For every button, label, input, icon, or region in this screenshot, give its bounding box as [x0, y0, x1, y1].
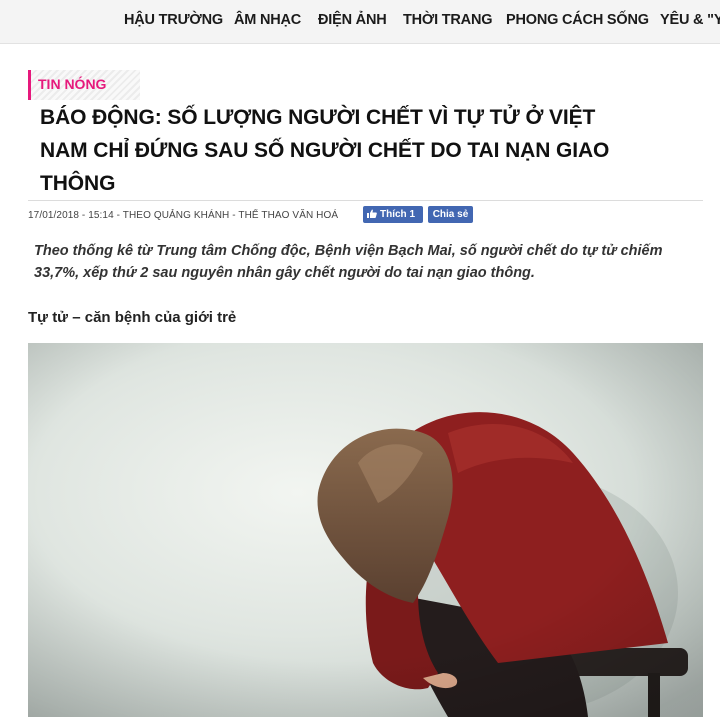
- facebook-share-button[interactable]: Chia sẻ: [428, 206, 473, 223]
- article-photo: [28, 343, 703, 717]
- category-accent-bar: [28, 70, 31, 100]
- distressed-person-illustration: [28, 343, 703, 717]
- article-lead: Theo thống kê từ Trung tâm Chống độc, Bệ…: [34, 240, 694, 284]
- like-label: Thích 1: [380, 209, 416, 220]
- article-title-line: BÁO ĐỘNG: SỐ LƯỢNG NGƯỜI CHẾT VÌ TỰ TỬ Ở…: [40, 106, 596, 129]
- article-subheading: Tự tử – căn bệnh của giới trẻ: [28, 309, 237, 326]
- nav-item-am-nhac[interactable]: ÂM NHẠC: [234, 12, 301, 28]
- category-tag[interactable]: TIN NÓNG: [28, 70, 140, 100]
- nav-item-dien-anh[interactable]: ĐIỆN ẢNH: [318, 12, 387, 28]
- nav-item-yeu[interactable]: YÊU & "YÊ: [660, 12, 720, 28]
- nav-item-thoi-trang[interactable]: THỜI TRANG: [403, 12, 493, 28]
- article-title-line: THÔNG: [40, 172, 116, 195]
- article-title-line: NAM CHỈ ĐỨNG SAU SỐ NGƯỜI CHẾT DO TAI NẠ…: [40, 139, 610, 162]
- thumbs-up-icon: [367, 209, 377, 218]
- article-title: BÁO ĐỘNG: SỐ LƯỢNG NGƯỜI CHẾT VÌ TỰ TỬ Ở…: [40, 101, 690, 200]
- lead-line: Theo thống kê từ Trung tâm Chống độc, Bệ…: [34, 243, 663, 259]
- nav-item-hau-truong[interactable]: HẬU TRƯỜNG: [124, 12, 223, 28]
- article-meta: 17/01/2018 - 15:14 - THEO QUẢNG KHÁNH - …: [28, 210, 339, 221]
- category-label: TIN NÓNG: [38, 76, 107, 92]
- top-navigation: HẬU TRƯỜNG ÂM NHẠC ĐIỆN ẢNH THỜI TRANG P…: [0, 0, 720, 44]
- meta-divider: [28, 200, 703, 201]
- facebook-like-button[interactable]: Thích 1: [363, 206, 423, 223]
- lead-line: 33,7%, xếp thứ 2 sau nguyên nhân gây chế…: [34, 265, 535, 281]
- nav-item-phong-cach-song[interactable]: PHONG CÁCH SỐNG: [506, 12, 649, 28]
